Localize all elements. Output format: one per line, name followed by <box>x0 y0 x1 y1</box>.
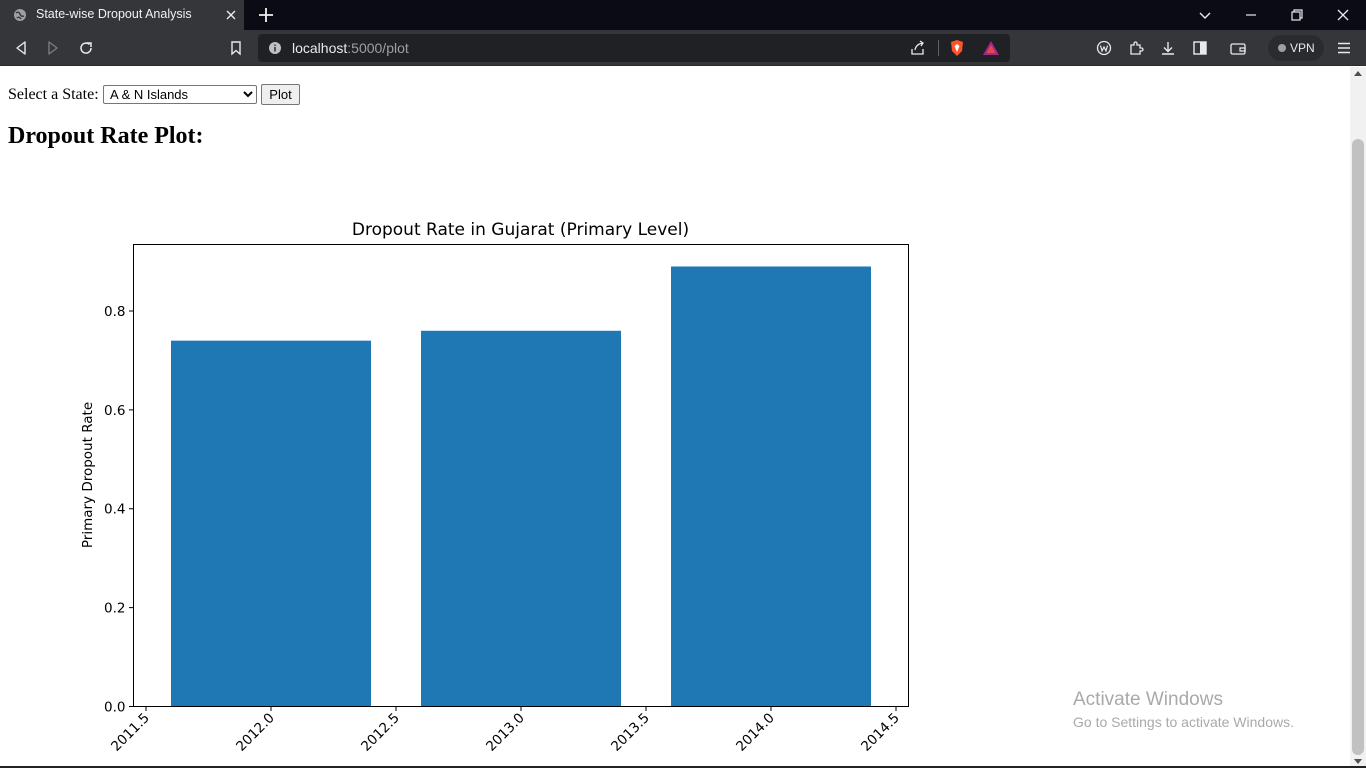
bar-2012 <box>171 340 371 707</box>
close-tab-icon[interactable] <box>222 6 240 24</box>
omnibox-divider <box>938 40 939 56</box>
browser-tab[interactable]: State-wise Dropout Analysis <box>0 0 244 30</box>
bar-2014 <box>671 266 871 707</box>
back-icon[interactable] <box>11 38 31 58</box>
x-ticks-group: 2011.5 2012.0 2012.5 2013.0 2013.5 2014.0 2014… <box>108 706 903 755</box>
minimize-icon[interactable] <box>1241 5 1261 25</box>
scrollbar-thumb[interactable] <box>1352 139 1364 755</box>
bars-group <box>171 266 871 707</box>
x-tick-label: 2013.5 <box>608 710 653 755</box>
state-select-label: Select a State: <box>8 86 99 103</box>
y-axis-label: Primary Dropout Rate <box>80 402 96 548</box>
wallet-icon[interactable] <box>1228 38 1248 58</box>
page-heading: Dropout Rate Plot: <box>8 123 204 149</box>
tab-title: State-wise Dropout Analysis <box>36 7 192 21</box>
bar-2013 <box>421 330 621 707</box>
y-tick-label: 0.6 <box>104 403 125 419</box>
new-tab-icon[interactable] <box>256 5 276 25</box>
url-path: :5000/plot <box>347 40 409 56</box>
extensions-icon[interactable] <box>1126 38 1146 58</box>
vpn-label: VPN <box>1290 41 1315 55</box>
dropout-bar-chart: Dropout Rate in Gujarat (Primary Level) … <box>80 220 909 755</box>
watermark-line2: Go to Settings to activate Windows. <box>1073 714 1294 730</box>
menu-icon[interactable] <box>1334 38 1354 58</box>
forward-icon[interactable] <box>43 38 63 58</box>
x-tick-label: 2013.0 <box>483 710 528 755</box>
tab-search-icon[interactable] <box>1195 5 1215 25</box>
chart-title: Dropout Rate in Gujarat (Primary Level) <box>352 220 689 240</box>
restore-icon[interactable] <box>1287 5 1307 25</box>
globe-icon <box>14 9 26 21</box>
bookmark-icon[interactable] <box>226 38 246 58</box>
y-tick-label: 0.2 <box>104 601 125 617</box>
close-window-icon[interactable] <box>1333 5 1353 25</box>
sidebar-icon[interactable] <box>1190 38 1210 58</box>
scroll-down-icon[interactable] <box>1354 759 1362 764</box>
y-tick-label: 0.4 <box>104 502 125 518</box>
x-tick-label: 2014.5 <box>858 710 903 755</box>
y-tick-label: 0.8 <box>104 304 125 320</box>
address-bar[interactable]: localhost:5000/plot <box>258 34 1010 62</box>
share-icon[interactable] <box>908 38 928 58</box>
state-select[interactable]: A & N Islands <box>103 85 257 104</box>
x-tick-label: 2011.5 <box>108 710 153 755</box>
y-tick-label: 0.0 <box>104 700 125 716</box>
url-text: localhost:5000/plot <box>292 40 409 56</box>
wallet-w-icon[interactable] <box>1094 38 1114 58</box>
download-icon[interactable] <box>1158 38 1178 58</box>
x-tick-label: 2012.0 <box>233 710 278 755</box>
x-tick-label: 2012.5 <box>358 710 403 755</box>
y-ticks-group: 0.0 0.2 0.4 0.6 0.8 <box>104 304 134 716</box>
brave-rewards-icon[interactable] <box>981 38 1001 58</box>
watermark-line1: Activate Windows <box>1073 689 1223 710</box>
vertical-scrollbar[interactable] <box>1350 67 1366 768</box>
activate-windows-watermark: Activate Windows Go to Settings to activ… <box>1073 689 1294 730</box>
x-tick-label: 2014.0 <box>733 710 778 755</box>
plot-button[interactable]: Plot <box>261 84 300 105</box>
reload-icon[interactable] <box>76 38 96 58</box>
scroll-up-icon[interactable] <box>1354 71 1362 76</box>
url-host: localhost <box>292 40 348 56</box>
brave-shields-icon[interactable] <box>947 38 967 58</box>
vpn-button[interactable]: VPN <box>1268 35 1324 61</box>
vpn-status-icon <box>1278 44 1286 52</box>
browser-titlebar: State-wise Dropout Analysis <box>0 0 1366 30</box>
browser-toolbar: localhost:5000/plot VPN <box>0 30 1366 66</box>
site-info-icon[interactable] <box>268 41 282 55</box>
page-content: Select a State: A & N Islands Plot Dropo… <box>0 67 1350 768</box>
